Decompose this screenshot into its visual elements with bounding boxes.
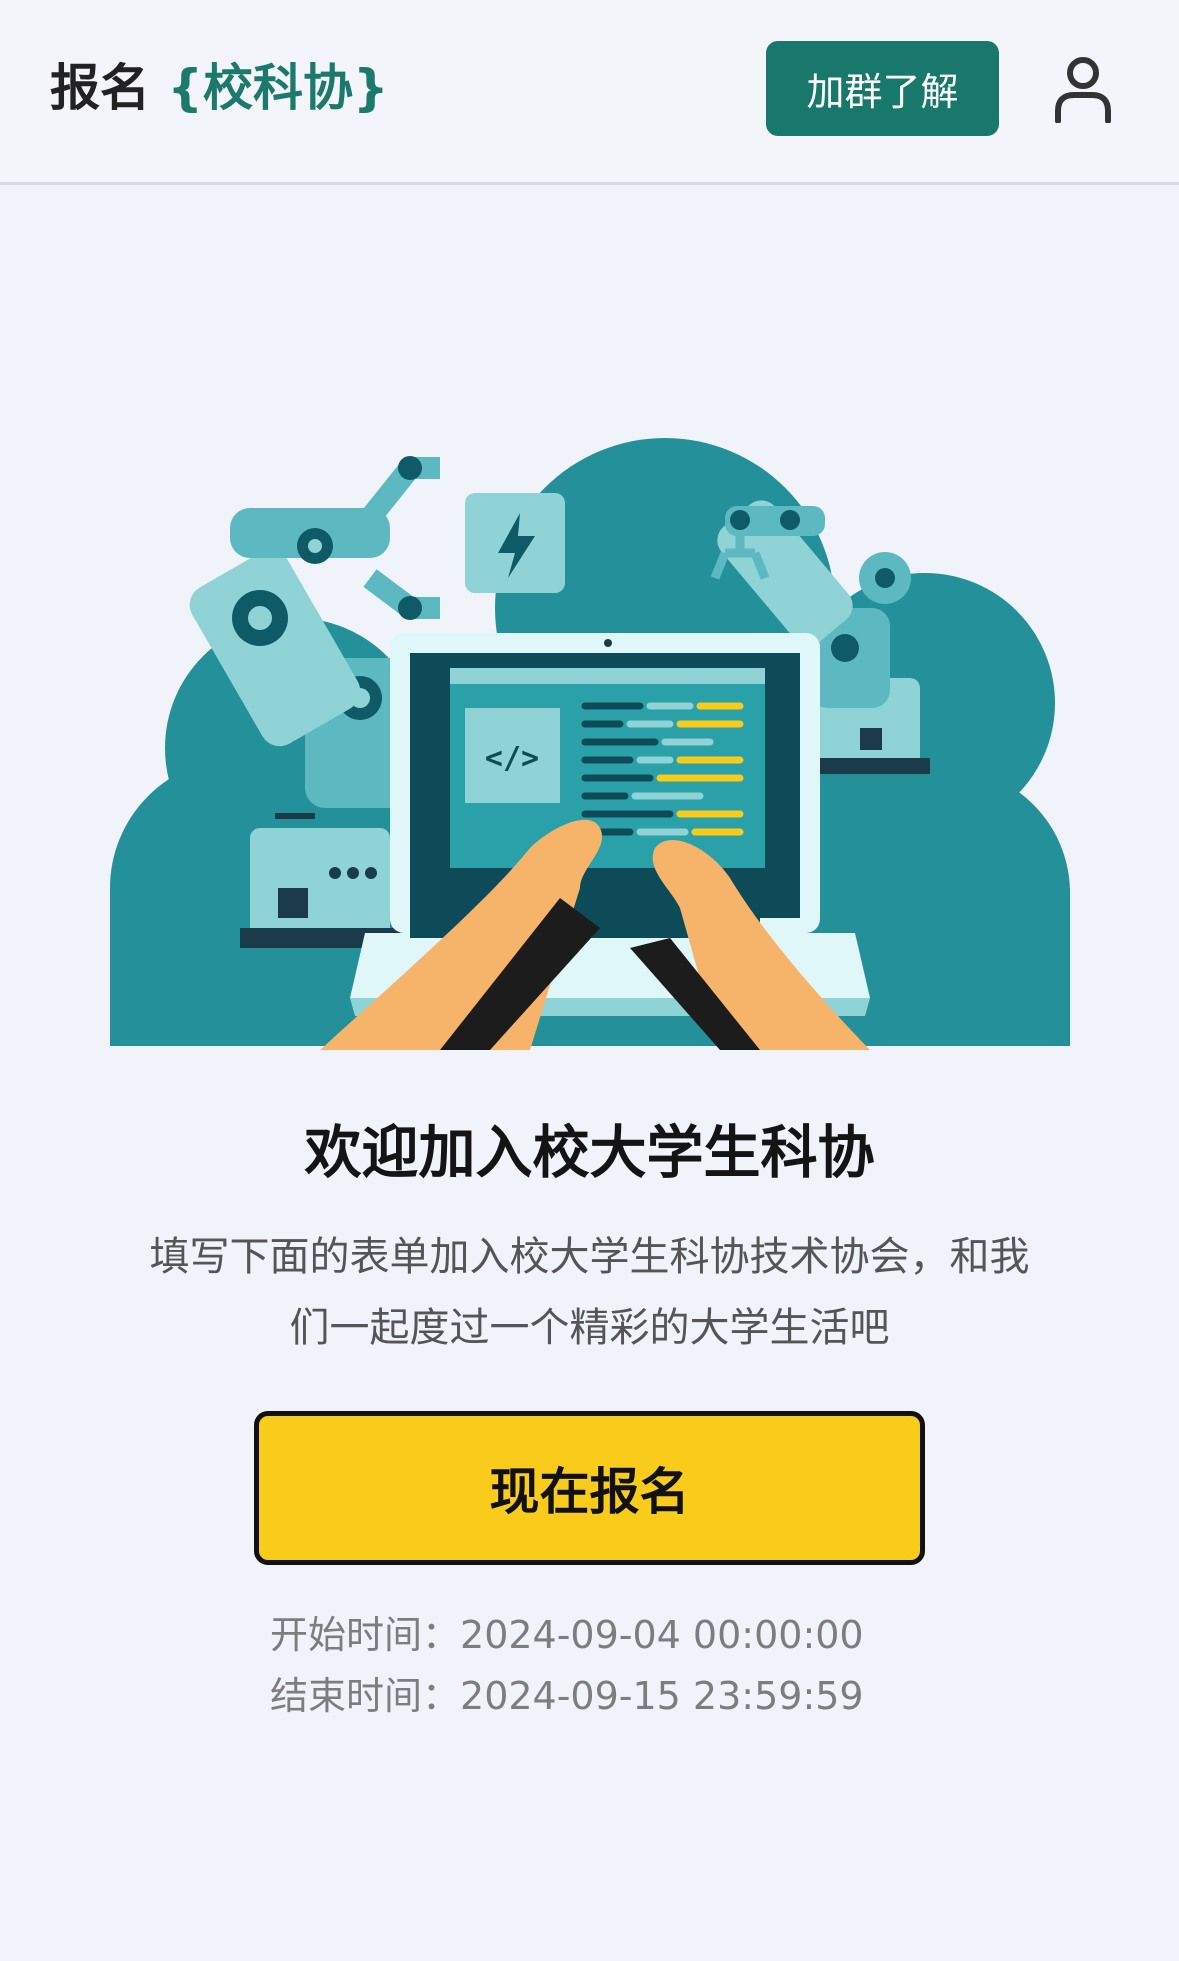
start-time-value: 2024-09-04 00:00:00 <box>460 1613 864 1657</box>
svg-text:</>: </> <box>485 741 539 776</box>
end-time-row: 结束时间：2024-09-15 23:59:59 <box>270 1666 864 1727</box>
user-icon[interactable] <box>1054 55 1112 123</box>
brand-accent: {校科协} <box>167 59 389 117</box>
signup-now-button[interactable]: 现在报名 <box>254 1411 925 1565</box>
hero-illustration: </> <box>110 438 1070 1050</box>
brand-title: 报名 {校科协} <box>50 56 389 120</box>
top-header: 报名 {校科协} 加群了解 <box>0 0 1179 185</box>
start-time-label: 开始时间： <box>270 1613 461 1657</box>
end-time-value: 2024-09-15 23:59:59 <box>460 1674 864 1718</box>
end-time-label: 结束时间： <box>270 1674 461 1718</box>
start-time-row: 开始时间：2024-09-04 00:00:00 <box>270 1605 864 1666</box>
brand-prefix: 报名 <box>50 59 150 117</box>
page-title: 欢迎加入校大学生科协 <box>304 1120 875 1186</box>
join-group-button[interactable]: 加群了解 <box>766 41 999 136</box>
registration-times: 开始时间：2024-09-04 00:00:00 结束时间：2024-09-15… <box>270 1605 864 1727</box>
page-description: 填写下面的表单加入校大学生科协技术协会，和我们一起度过一个精彩的大学生活吧 <box>149 1234 1030 1351</box>
